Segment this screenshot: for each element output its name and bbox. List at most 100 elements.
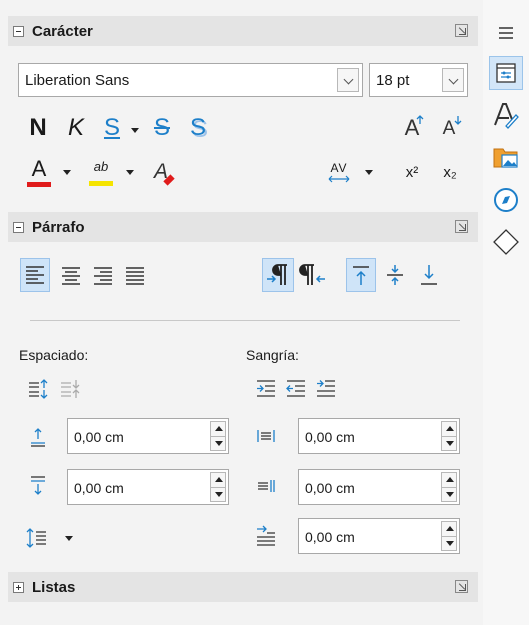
tab-shapes[interactable]: [489, 225, 523, 259]
decrease-indent-button[interactable]: [282, 375, 310, 403]
line-spacing-dropdown-icon[interactable]: [65, 536, 73, 541]
align-bottom-button[interactable]: [414, 258, 444, 292]
align-middle-button[interactable]: [380, 258, 410, 292]
chevron-down-icon[interactable]: [442, 68, 464, 92]
spin-arrows-icon[interactable]: [441, 521, 457, 551]
first-line-indent-spinbox[interactable]: 0,00 cm: [298, 518, 460, 554]
font-name-combobox[interactable]: Liberation Sans: [18, 63, 363, 97]
indent-before-value: 0,00 cm: [305, 429, 355, 445]
indent-after-spinbox[interactable]: 0,00 cm: [298, 469, 460, 505]
font-name-value: Liberation Sans: [25, 72, 130, 89]
line-spacing-icon: [26, 528, 46, 548]
underline-button[interactable]: S: [100, 113, 124, 143]
subscript-button[interactable]: x₂: [436, 157, 464, 187]
listas-section-header[interactable]: Listas: [8, 572, 478, 602]
superscript-button[interactable]: x²: [398, 157, 426, 187]
hamburger-icon: [499, 27, 513, 39]
tab-navigator[interactable]: [489, 183, 523, 217]
align-left-icon: [26, 266, 44, 284]
chevron-down-icon[interactable]: [337, 68, 359, 92]
align-center-button[interactable]: [56, 258, 86, 292]
italic-button[interactable]: K: [64, 113, 88, 143]
more-options-icon[interactable]: [455, 220, 468, 233]
align-right-icon: [94, 267, 112, 285]
diamond-icon: [493, 229, 519, 255]
expand-icon[interactable]: [13, 581, 24, 593]
caracter-section-header[interactable]: Carácter: [8, 16, 478, 46]
align-right-button[interactable]: [88, 258, 118, 292]
underline-dropdown-icon[interactable]: [131, 128, 139, 133]
font-color-button[interactable]: A: [26, 155, 52, 189]
below-spacing-spinbox[interactable]: 0,00 cm: [67, 469, 229, 505]
bold-button[interactable]: N: [26, 113, 50, 143]
below-spacing-value: 0,00 cm: [74, 480, 124, 496]
align-top-button[interactable]: [346, 258, 376, 292]
align-left-button[interactable]: [20, 258, 50, 292]
align-center-icon: [62, 267, 80, 285]
align-bottom-icon: [421, 265, 437, 285]
compass-icon: [494, 188, 518, 212]
tab-styles[interactable]: [489, 98, 523, 132]
font-size-combobox[interactable]: 18 pt: [369, 63, 468, 97]
spin-arrows-icon[interactable]: [441, 472, 457, 502]
justify-icon: [126, 267, 144, 285]
parrafo-title: Párrafo: [32, 218, 85, 236]
tab-properties[interactable]: [489, 56, 523, 90]
shadow-button[interactable]: S: [186, 113, 210, 143]
spin-arrows-icon[interactable]: [210, 472, 226, 502]
left-to-right-button[interactable]: [262, 258, 294, 292]
highlight-button[interactable]: ab: [88, 156, 114, 188]
shrink-font-button[interactable]: A: [438, 115, 462, 143]
spin-arrows-icon[interactable]: [210, 421, 226, 451]
increase-indent-button[interactable]: [252, 375, 280, 403]
double-arrow-icon: [328, 175, 350, 183]
justify-button[interactable]: [120, 258, 150, 292]
sidebar-menu-button[interactable]: [489, 16, 523, 50]
align-top-icon: [353, 266, 369, 285]
align-middle-icon: [387, 265, 403, 285]
highlight-dropdown-icon[interactable]: [126, 170, 134, 175]
arrow-up-icon: [416, 115, 424, 124]
gallery-icon: [493, 148, 518, 168]
strikethrough-button[interactable]: S: [150, 113, 174, 143]
highlight-swatch: [89, 180, 113, 186]
increase-indent-icon: [257, 380, 275, 397]
rtl-paragraph-icon: [299, 264, 325, 285]
line-spacing-button[interactable]: [24, 525, 50, 551]
hanging-indent-button[interactable]: [312, 375, 340, 403]
properties-icon: [496, 63, 516, 83]
increase-spacing-button[interactable]: [24, 375, 52, 403]
parrafo-section-header[interactable]: Párrafo: [8, 212, 478, 242]
more-options-icon[interactable]: [455, 24, 468, 37]
right-to-left-button[interactable]: [298, 258, 330, 292]
spin-arrows-icon[interactable]: [441, 421, 457, 451]
collapse-icon[interactable]: [13, 25, 24, 37]
styles-icon: [494, 103, 519, 129]
spacing-dropdown-icon[interactable]: [365, 170, 373, 175]
above-spacing-spinbox[interactable]: 0,00 cm: [67, 418, 229, 454]
sidebar-panel: Carácter Liberation Sans 18 pt N K S S S…: [0, 0, 483, 625]
character-spacing-icon: AV: [330, 161, 348, 175]
grow-font-button[interactable]: A: [400, 113, 424, 143]
arrow-down-icon: [454, 116, 462, 125]
indent-before-spinbox[interactable]: 0,00 cm: [298, 418, 460, 454]
espaciado-label: Espaciado:: [19, 347, 89, 363]
font-size-value: 18 pt: [376, 72, 410, 89]
indent-after-value: 0,00 cm: [305, 480, 355, 496]
font-color-dropdown-icon[interactable]: [63, 170, 71, 175]
tab-gallery[interactable]: [489, 140, 523, 174]
more-options-icon[interactable]: [455, 580, 468, 593]
caracter-title: Carácter: [32, 22, 93, 40]
clear-formatting-button[interactable]: A: [148, 157, 175, 187]
increase-spacing-icon: [29, 379, 48, 399]
collapse-icon[interactable]: [13, 221, 24, 233]
hanging-indent-icon: [317, 380, 335, 397]
above-spacing-icon: [26, 424, 50, 448]
sidebar-tabbar: [483, 0, 529, 625]
first-line-indent-value: 0,00 cm: [305, 529, 355, 545]
character-spacing-button[interactable]: AV: [326, 157, 352, 187]
above-spacing-value: 0,00 cm: [74, 429, 124, 445]
font-color-swatch: [27, 181, 51, 187]
decrease-spacing-button[interactable]: [56, 375, 84, 403]
indent-after-icon: [254, 474, 278, 498]
